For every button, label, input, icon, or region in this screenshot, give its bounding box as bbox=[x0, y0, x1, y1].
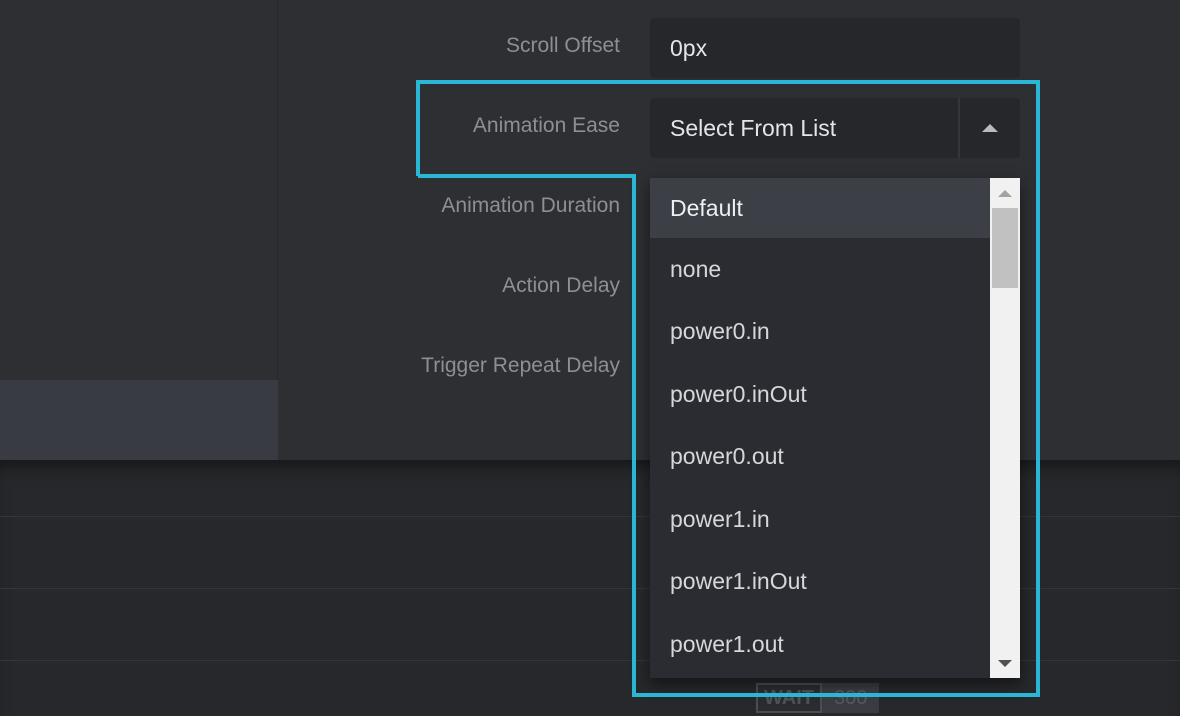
left-list-selected-item[interactable] bbox=[0, 380, 278, 460]
scroll-up-arrow-icon bbox=[998, 189, 1012, 197]
action-delay-label: Action Delay bbox=[502, 274, 620, 297]
wait-chip[interactable]: WAIT 300 bbox=[756, 683, 880, 713]
animation-ease-select[interactable]: Select From List bbox=[650, 98, 1020, 158]
dropdown-option-list: Default none power0.in power0.inOut power0.o… bbox=[650, 178, 990, 676]
animation-ease-value: Select From List bbox=[670, 114, 837, 141]
select-toggle-button[interactable] bbox=[958, 98, 1020, 158]
scroll-down-arrow-icon bbox=[998, 659, 1012, 667]
dropdown-option[interactable]: none bbox=[650, 238, 990, 301]
scroll-offset-label: Scroll Offset bbox=[506, 34, 620, 57]
scroll-down-button[interactable] bbox=[990, 648, 1020, 678]
screen: Scroll Offset 0px Animation Ease Select … bbox=[0, 0, 1180, 716]
wait-chip-label: WAIT bbox=[756, 683, 822, 713]
animation-duration-label: Animation Duration bbox=[441, 194, 620, 217]
scroll-up-button[interactable] bbox=[990, 178, 1020, 208]
dropdown-option[interactable]: Default bbox=[650, 178, 990, 238]
scroll-offset-input[interactable]: 0px bbox=[650, 18, 1020, 78]
dropdown-option[interactable]: power1.inOut bbox=[650, 551, 990, 614]
wait-chip-value: 300 bbox=[822, 683, 880, 713]
dropdown-option[interactable]: power0.out bbox=[650, 426, 990, 489]
dropdown-option[interactable]: power1.in bbox=[650, 488, 990, 551]
caret-up-icon bbox=[982, 124, 998, 132]
dropdown-option[interactable]: power0.in bbox=[650, 301, 990, 364]
animation-ease-label: Animation Ease bbox=[472, 114, 620, 137]
scrollbar-thumb[interactable] bbox=[992, 208, 1018, 288]
animation-ease-dropdown[interactable]: Default none power0.in power0.inOut power0.o… bbox=[650, 178, 1020, 678]
dropdown-scrollbar[interactable] bbox=[990, 178, 1020, 678]
dropdown-option[interactable]: power0.inOut bbox=[650, 363, 990, 426]
trigger-repeat-delay-label: Trigger Repeat Delay bbox=[421, 354, 620, 377]
dropdown-option[interactable]: power1.out bbox=[650, 613, 990, 676]
left-list-panel bbox=[0, 0, 278, 460]
